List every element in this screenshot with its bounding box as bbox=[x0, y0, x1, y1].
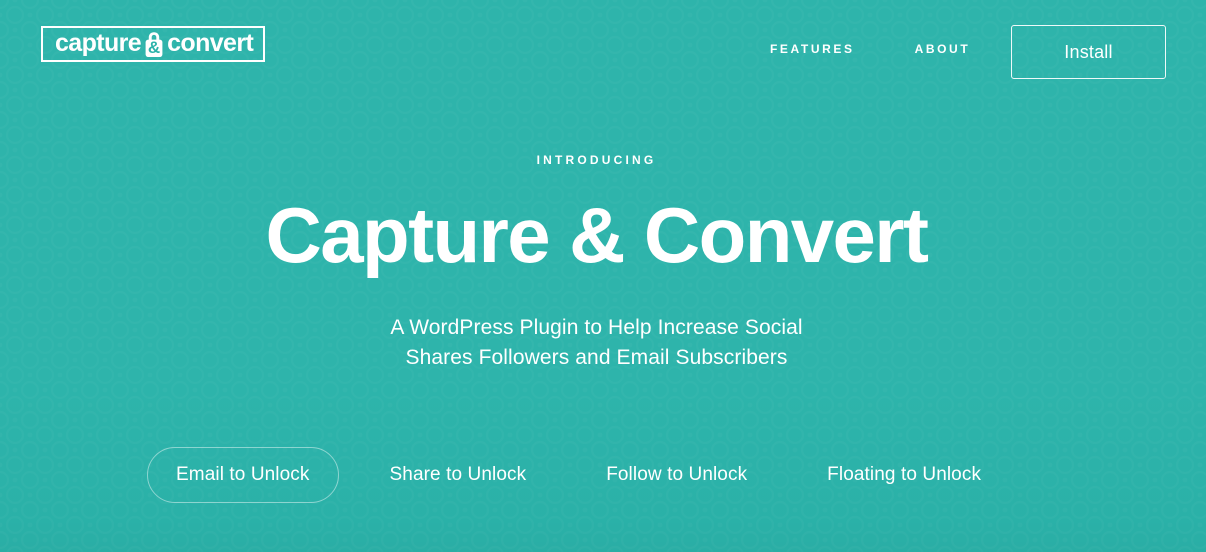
hero-subheadline-line-2: Shares Followers and Email Subscribers bbox=[405, 346, 788, 369]
page-title: Capture & Convert bbox=[265, 191, 929, 279]
site-logo[interactable]: capture & convert bbox=[41, 26, 266, 62]
padlock-ampersand-icon: & bbox=[141, 29, 167, 59]
site-header: capture & convert FEATURES ABOUT Install bbox=[0, 0, 1206, 104]
tab-floating-to-unlock[interactable]: Floating to Unlock bbox=[798, 447, 1010, 503]
install-button[interactable]: Install bbox=[1011, 25, 1166, 79]
svg-text:&: & bbox=[148, 38, 160, 57]
logo-word-convert: convert bbox=[167, 28, 254, 57]
hero-section: capture & convert FEATURES ABOUT Install… bbox=[0, 0, 1206, 552]
hero-subheadline-line-1: A WordPress Plugin to Help Increase Soci… bbox=[390, 316, 803, 339]
tab-follow-to-unlock[interactable]: Follow to Unlock bbox=[577, 447, 776, 503]
main-navigation: FEATURES ABOUT bbox=[770, 42, 1030, 56]
hero-eyebrow: INTRODUCING bbox=[536, 153, 657, 167]
tab-email-to-unlock[interactable]: Email to Unlock bbox=[147, 447, 339, 503]
feature-tabs: Email to Unlock Share to Unlock Follow t… bbox=[147, 447, 1032, 503]
nav-item-about[interactable]: ABOUT bbox=[915, 42, 971, 56]
hero-subheadline: A WordPress Plugin to Help Increase Soci… bbox=[0, 313, 1193, 373]
logo-word-capture: capture bbox=[55, 28, 142, 57]
tab-share-to-unlock[interactable]: Share to Unlock bbox=[361, 447, 556, 503]
nav-item-features[interactable]: FEATURES bbox=[770, 42, 855, 56]
